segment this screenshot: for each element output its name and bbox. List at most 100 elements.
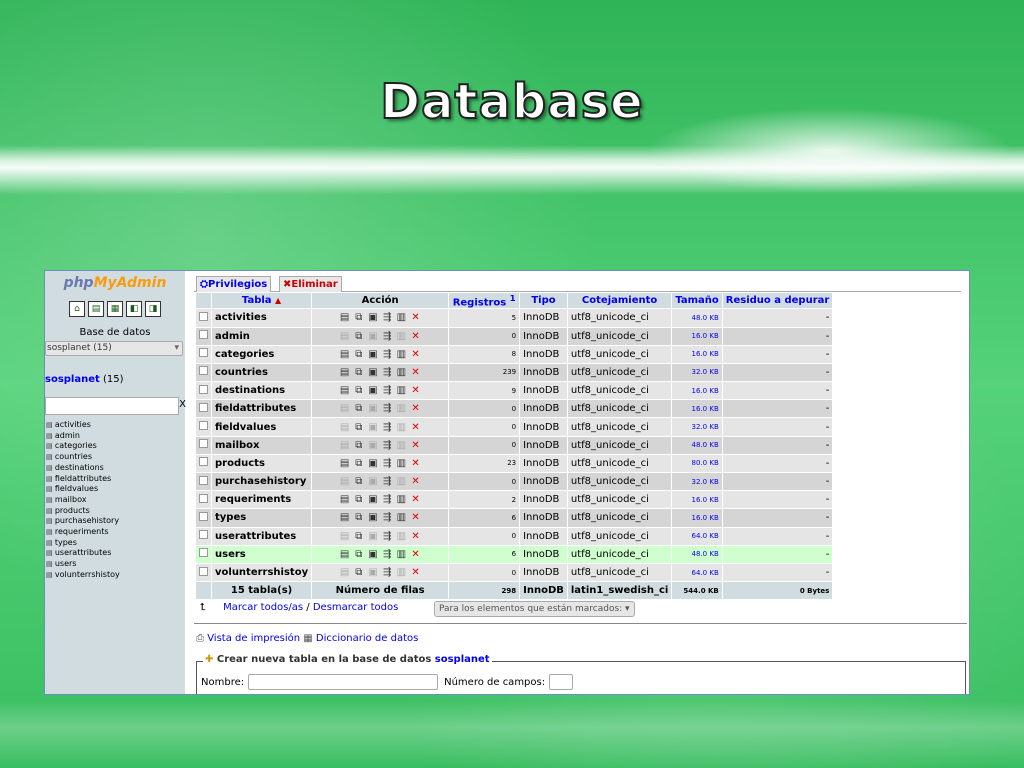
empty-icon[interactable]: ▥ <box>396 440 407 451</box>
row-size[interactable]: 16.0 KB <box>672 327 722 345</box>
empty-icon[interactable]: ▥ <box>396 512 407 523</box>
structure-icon[interactable]: ⧉ <box>353 494 364 505</box>
table-row[interactable]: fieldattributes ▤ ⧉ ▣ ⇶ ▥ ✕ 0 InnoDB utf8_un… <box>196 400 833 418</box>
empty-icon[interactable]: ▥ <box>396 367 407 378</box>
browse-icon[interactable]: ▤ <box>339 440 350 451</box>
table-filter-input[interactable]: X <box>45 397 186 415</box>
table-row[interactable]: users ▤ ⧉ ▣ ⇶ ▥ ✕ 6 InnoDB utf8_unicode_ci 48… <box>196 545 833 563</box>
empty-icon[interactable]: ▥ <box>396 403 407 414</box>
header-type[interactable]: Tipo <box>520 293 567 309</box>
insert-icon[interactable]: ⇶ <box>382 476 393 487</box>
insert-icon[interactable]: ⇶ <box>382 549 393 560</box>
row-checkbox[interactable] <box>199 548 208 558</box>
database-select[interactable]: sosplanet (15) <box>45 341 183 356</box>
search-icon[interactable]: ▣ <box>368 349 379 360</box>
search-icon[interactable]: ▣ <box>368 458 379 469</box>
drop-row-icon[interactable]: ✕ <box>410 312 421 323</box>
sidebar-table-item[interactable]: destinations <box>45 463 185 474</box>
database-name[interactable]: sosplanet <box>45 374 100 385</box>
row-size[interactable]: 16.0 KB <box>672 491 722 509</box>
structure-icon[interactable]: ⧉ <box>353 531 364 542</box>
search-icon[interactable]: ▣ <box>368 476 379 487</box>
header-table[interactable]: Tabla ▲ <box>212 293 312 309</box>
browse-icon[interactable]: ▤ <box>339 476 350 487</box>
sidebar-table-item[interactable]: purchasehistory <box>45 516 185 527</box>
sidebar-table-item[interactable]: volunterrshistoy <box>45 570 185 581</box>
row-size[interactable]: 16.0 KB <box>672 345 722 363</box>
phpmyadmin-logo[interactable]: phpMyAdmin <box>45 271 185 297</box>
row-table-name[interactable]: countries <box>212 363 312 382</box>
browse-icon[interactable]: ▤ <box>339 458 350 469</box>
browse-icon[interactable]: ▤ <box>339 385 350 396</box>
sidebar-table-item[interactable]: products <box>45 506 185 517</box>
table-row[interactable]: purchasehistory ▤ ⧉ ▣ ⇶ ▥ ✕ 0 InnoDB utf8_un… <box>196 473 833 491</box>
row-size[interactable]: 16.0 KB <box>672 382 722 400</box>
row-size[interactable]: 48.0 KB <box>672 545 722 563</box>
sidebar-table-item[interactable]: admin <box>45 431 185 442</box>
row-size[interactable]: 64.0 KB <box>672 527 722 545</box>
browse-icon[interactable]: ▤ <box>339 422 350 433</box>
row-table-name[interactable]: fieldattributes <box>212 400 312 418</box>
row-checkbox[interactable] <box>199 439 208 449</box>
structure-icon[interactable]: ⧉ <box>353 403 364 414</box>
row-checkbox[interactable] <box>199 348 208 358</box>
row-checkbox[interactable] <box>199 384 208 394</box>
structure-icon[interactable]: ⧉ <box>353 367 364 378</box>
row-table-name[interactable]: activities <box>212 309 312 327</box>
browse-icon[interactable]: ▤ <box>339 367 350 378</box>
browse-icon[interactable]: ▤ <box>339 567 350 578</box>
insert-icon[interactable]: ⇶ <box>382 422 393 433</box>
table-row[interactable]: mailbox ▤ ⧉ ▣ ⇶ ▥ ✕ 0 InnoDB utf8_unicode_ci… <box>196 436 833 454</box>
row-size[interactable]: 48.0 KB <box>672 436 722 454</box>
header-size[interactable]: Tamaño <box>672 293 722 309</box>
search-icon[interactable]: ▣ <box>368 512 379 523</box>
structure-icon[interactable]: ⧉ <box>353 440 364 451</box>
drop-row-icon[interactable]: ✕ <box>410 403 421 414</box>
sidebar-table-item[interactable]: types <box>45 538 185 549</box>
insert-icon[interactable]: ⇶ <box>382 367 393 378</box>
search-icon[interactable]: ▣ <box>368 422 379 433</box>
empty-icon[interactable]: ▥ <box>396 312 407 323</box>
drop-row-icon[interactable]: ✕ <box>410 531 421 542</box>
browse-icon[interactable]: ▤ <box>339 512 350 523</box>
row-checkbox[interactable] <box>199 475 208 485</box>
row-table-name[interactable]: fieldvalues <box>212 418 312 436</box>
search-icon[interactable]: ▣ <box>368 331 379 342</box>
unmark-all-link[interactable]: Desmarcar todos <box>313 602 398 613</box>
sidebar-table-item[interactable]: fieldvalues <box>45 484 185 495</box>
search-icon[interactable]: ▣ <box>368 494 379 505</box>
export-icon[interactable]: ▦ <box>107 301 123 317</box>
table-row[interactable]: admin ▤ ⧉ ▣ ⇶ ▥ ✕ 0 InnoDB utf8_unicode_ci 16… <box>196 327 833 345</box>
search-icon[interactable]: ▣ <box>368 549 379 560</box>
table-row[interactable]: categories ▤ ⧉ ▣ ⇶ ▥ ✕ 8 InnoDB utf8_unicode… <box>196 345 833 363</box>
insert-icon[interactable]: ⇶ <box>382 531 393 542</box>
search-icon[interactable]: ▣ <box>368 403 379 414</box>
row-checkbox[interactable] <box>199 421 208 431</box>
search-icon[interactable]: ▣ <box>368 312 379 323</box>
row-checkbox[interactable] <box>199 402 208 412</box>
row-table-name[interactable]: volunterrshistoy <box>212 563 312 582</box>
drop-row-icon[interactable]: ✕ <box>410 440 421 451</box>
row-size[interactable]: 32.0 KB <box>672 418 722 436</box>
drop-row-icon[interactable]: ✕ <box>410 476 421 487</box>
docs-icon[interactable]: ◨ <box>145 301 161 317</box>
print-view-link[interactable]: Vista de impresión <box>207 633 300 644</box>
insert-icon[interactable]: ⇶ <box>382 403 393 414</box>
drop-row-icon[interactable]: ✕ <box>410 422 421 433</box>
drop-row-icon[interactable]: ✕ <box>410 331 421 342</box>
header-records[interactable]: Registros 1 <box>449 293 520 309</box>
row-checkbox[interactable] <box>199 366 208 376</box>
empty-icon[interactable]: ▥ <box>396 476 407 487</box>
with-selected-dropdown[interactable]: Para los elementos que están marcados: ▾ <box>434 601 635 617</box>
table-row[interactable]: destinations ▤ ⧉ ▣ ⇶ ▥ ✕ 9 InnoDB utf8_unico… <box>196 382 833 400</box>
structure-icon[interactable]: ⧉ <box>353 512 364 523</box>
row-size[interactable]: 64.0 KB <box>672 563 722 582</box>
tab-drop[interactable]: ✖Eliminar <box>279 276 342 292</box>
browse-icon[interactable]: ▤ <box>339 531 350 542</box>
empty-icon[interactable]: ▥ <box>396 385 407 396</box>
insert-icon[interactable]: ⇶ <box>382 312 393 323</box>
structure-icon[interactable]: ⧉ <box>353 567 364 578</box>
sidebar-table-item[interactable]: userattributes <box>45 548 185 559</box>
row-table-name[interactable]: userattributes <box>212 527 312 545</box>
row-checkbox[interactable] <box>199 493 208 503</box>
